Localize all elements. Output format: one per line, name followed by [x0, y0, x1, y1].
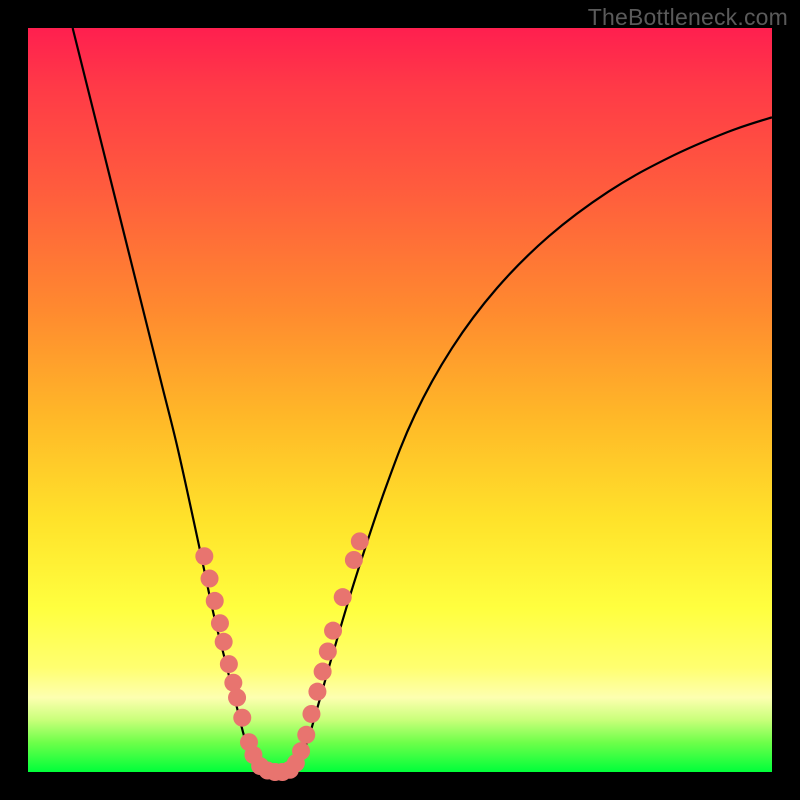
dot [319, 642, 337, 660]
dot [308, 683, 326, 701]
dot [206, 592, 224, 610]
watermark-text: TheBottleneck.com [588, 4, 788, 31]
plot-area [28, 28, 772, 772]
dot [233, 709, 251, 727]
dot [314, 663, 332, 681]
dot [302, 705, 320, 723]
dot [297, 726, 315, 744]
dot [220, 655, 238, 673]
curve-right [288, 117, 772, 772]
dot [351, 532, 369, 550]
dot [215, 633, 233, 651]
dot [292, 742, 310, 760]
highlight-dots [195, 532, 368, 781]
dot [334, 588, 352, 606]
chart-svg [28, 28, 772, 772]
dot [345, 551, 363, 569]
chart-frame: TheBottleneck.com [0, 0, 800, 800]
dot [201, 570, 219, 588]
dot [211, 614, 229, 632]
dot [228, 689, 246, 707]
dot [324, 622, 342, 640]
dot [195, 547, 213, 565]
